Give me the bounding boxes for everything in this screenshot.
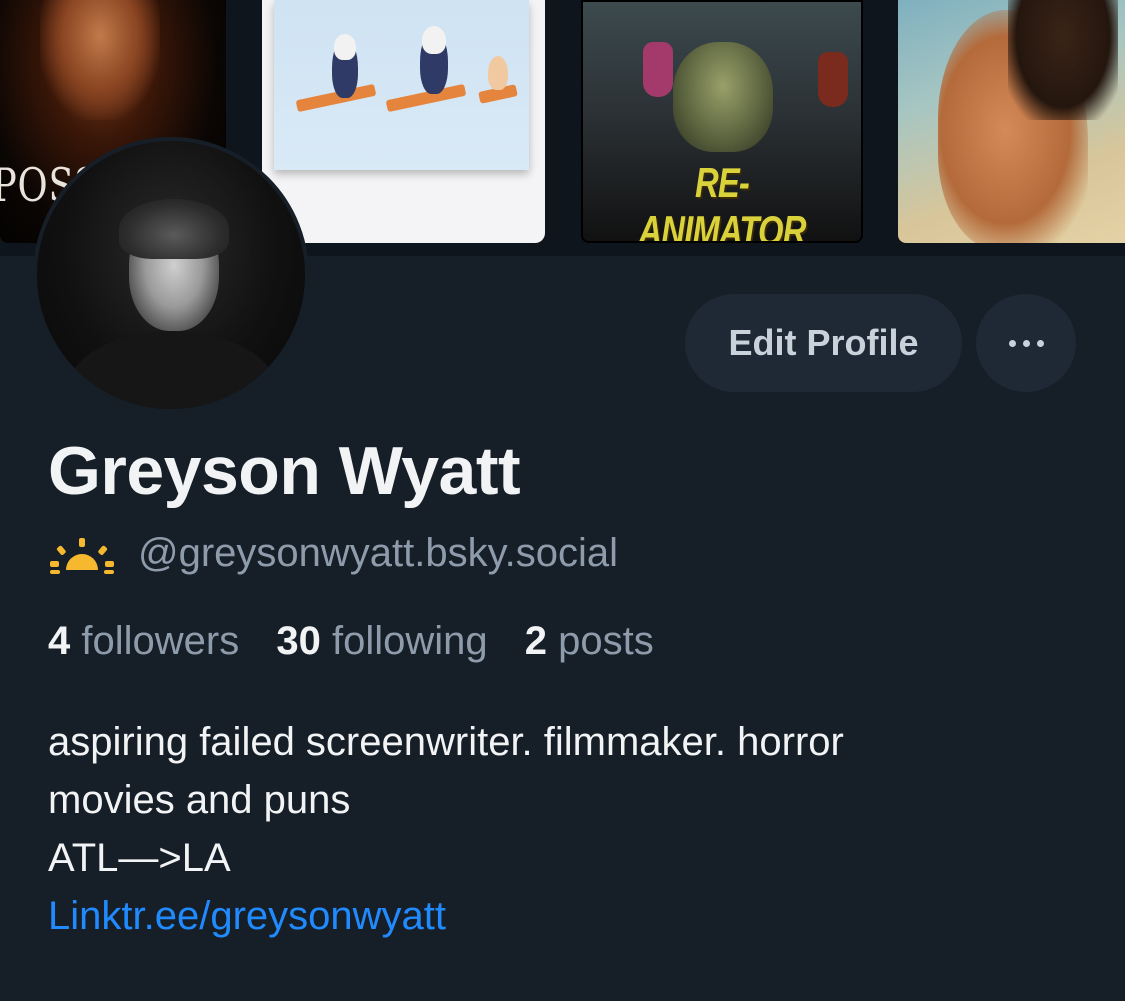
handle-row: @greysonwyatt.bsky.social bbox=[48, 531, 618, 576]
posts-count: 2 bbox=[524, 619, 547, 663]
following-count: 30 bbox=[276, 619, 321, 663]
profile-bio: aspiring failed screenwriter. filmmaker.… bbox=[48, 713, 1088, 945]
following-label: following bbox=[331, 619, 488, 663]
profile-stats: 4 followers 30 following 2 posts bbox=[48, 619, 680, 664]
followers-stat[interactable]: 4 followers bbox=[48, 619, 239, 663]
ellipsis-icon bbox=[1008, 339, 1044, 347]
following-stat[interactable]: 30 following bbox=[276, 619, 487, 663]
display-name: Greyson Wyatt bbox=[48, 433, 521, 509]
banner-poster-polaroid bbox=[262, 0, 545, 243]
edit-profile-button[interactable]: Edit Profile bbox=[685, 294, 962, 392]
posts-stat: 2 posts bbox=[525, 619, 654, 663]
followers-count: 4 bbox=[48, 619, 71, 663]
poster-title: RE-ANIMATOR bbox=[638, 159, 806, 243]
bio-line: ATL—>LA bbox=[48, 836, 231, 880]
banner-poster-re-animator: RE-ANIMATOR bbox=[581, 0, 863, 243]
profile-handle: @greysonwyatt.bsky.social bbox=[138, 531, 619, 575]
sunrise-icon bbox=[50, 537, 114, 574]
followers-label: followers bbox=[81, 619, 240, 663]
posts-label: posts bbox=[558, 619, 654, 663]
bio-link[interactable]: Linktr.ee/greysonwyatt bbox=[48, 887, 1088, 945]
more-options-button[interactable] bbox=[976, 294, 1076, 392]
avatar[interactable] bbox=[33, 137, 309, 413]
edit-profile-label: Edit Profile bbox=[728, 322, 919, 363]
banner-poster-beach bbox=[898, 0, 1125, 243]
bio-line: movies and puns bbox=[48, 778, 351, 822]
bio-line: aspiring failed screenwriter. filmmaker.… bbox=[48, 720, 844, 764]
